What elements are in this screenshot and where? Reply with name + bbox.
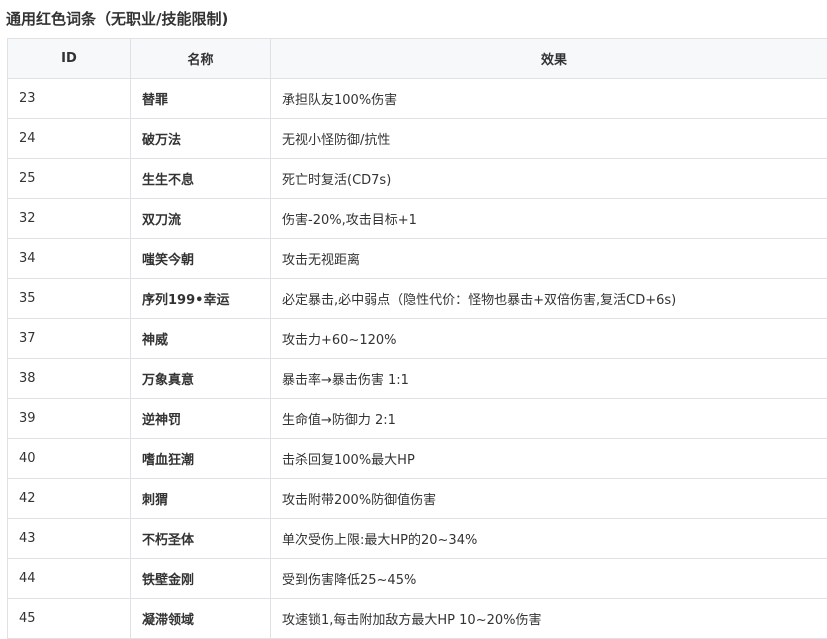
- table-row: 45凝滞领域攻速锁1,每击附加敌方最大HP 10~20%伤害: [8, 599, 827, 639]
- row-effect-cell: 暴击率→暴击伤害 1:1: [271, 359, 827, 399]
- table-body: 23替罪承担队友100%伤害24破万法无视小怪防御/抗性25生生不息死亡时复活(…: [8, 79, 827, 639]
- column-header-effect: 效果: [271, 39, 827, 79]
- table-row: 35序列199•幸运必定暴击,必中弱点（隐性代价：怪物也暴击+双倍伤害,复活CD…: [8, 279, 827, 319]
- row-id-cell: 42: [8, 479, 131, 519]
- table-row: 23替罪承担队友100%伤害: [8, 79, 827, 119]
- row-id-cell: 45: [8, 599, 131, 639]
- table-row: 24破万法无视小怪防御/抗性: [8, 119, 827, 159]
- row-id-cell: 44: [8, 559, 131, 599]
- section-heading: 通用红色词条（无职业/技能限制): [6, 8, 228, 29]
- row-effect-cell: 无视小怪防御/抗性: [271, 119, 827, 159]
- row-id-cell: 25: [8, 159, 131, 199]
- table-header: ID 名称 效果: [8, 39, 827, 79]
- table-row: 25生生不息死亡时复活(CD7s): [8, 159, 827, 199]
- row-name-cell: 嗤笑今朝: [131, 239, 271, 279]
- table-row: 32双刀流伤害-20%,攻击目标+1: [8, 199, 827, 239]
- row-name-cell: 序列199•幸运: [131, 279, 271, 319]
- row-effect-cell: 攻击附带200%防御值伤害: [271, 479, 827, 519]
- row-id-cell: 32: [8, 199, 131, 239]
- row-name-cell: 生生不息: [131, 159, 271, 199]
- column-header-name: 名称: [131, 39, 271, 79]
- table-row: 42刺猬攻击附带200%防御值伤害: [8, 479, 827, 519]
- row-name-cell: 不朽圣体: [131, 519, 271, 559]
- row-effect-cell: 必定暴击,必中弱点（隐性代价：怪物也暴击+双倍伤害,复活CD+6s): [271, 279, 827, 319]
- row-name-cell: 双刀流: [131, 199, 271, 239]
- row-name-cell: 刺猬: [131, 479, 271, 519]
- table-row: 43不朽圣体单次受伤上限:最大HP的20~34%: [8, 519, 827, 559]
- row-name-cell: 逆神罚: [131, 399, 271, 439]
- row-id-cell: 43: [8, 519, 131, 559]
- column-header-id: ID: [8, 39, 131, 79]
- row-name-cell: 嗜血狂潮: [131, 439, 271, 479]
- table-row: 40嗜血狂潮击杀回复100%最大HP: [8, 439, 827, 479]
- row-effect-cell: 伤害-20%,攻击目标+1: [271, 199, 827, 239]
- row-name-cell: 神威: [131, 319, 271, 359]
- row-id-cell: 38: [8, 359, 131, 399]
- row-effect-cell: 攻击无视距离: [271, 239, 827, 279]
- row-id-cell: 35: [8, 279, 131, 319]
- row-id-cell: 40: [8, 439, 131, 479]
- row-name-cell: 凝滞领域: [131, 599, 271, 639]
- row-name-cell: 铁壁金刚: [131, 559, 271, 599]
- affix-table-container: ID 名称 效果 23替罪承担队友100%伤害24破万法无视小怪防御/抗性25生…: [7, 38, 827, 639]
- table-row: 44铁壁金刚受到伤害降低25~45%: [8, 559, 827, 599]
- row-id-cell: 23: [8, 79, 131, 119]
- row-effect-cell: 攻击力+60~120%: [271, 319, 827, 359]
- table-row: 38万象真意暴击率→暴击伤害 1:1: [8, 359, 827, 399]
- row-effect-cell: 承担队友100%伤害: [271, 79, 827, 119]
- table-row: 39逆神罚生命值→防御力 2:1: [8, 399, 827, 439]
- row-id-cell: 39: [8, 399, 131, 439]
- affix-table: ID 名称 效果 23替罪承担队友100%伤害24破万法无视小怪防御/抗性25生…: [7, 38, 827, 639]
- row-effect-cell: 死亡时复活(CD7s): [271, 159, 827, 199]
- row-effect-cell: 单次受伤上限:最大HP的20~34%: [271, 519, 827, 559]
- table-row: 37神威攻击力+60~120%: [8, 319, 827, 359]
- row-id-cell: 34: [8, 239, 131, 279]
- row-effect-cell: 击杀回复100%最大HP: [271, 439, 827, 479]
- row-effect-cell: 攻速锁1,每击附加敌方最大HP 10~20%伤害: [271, 599, 827, 639]
- row-name-cell: 万象真意: [131, 359, 271, 399]
- row-name-cell: 替罪: [131, 79, 271, 119]
- row-effect-cell: 生命值→防御力 2:1: [271, 399, 827, 439]
- row-effect-cell: 受到伤害降低25~45%: [271, 559, 827, 599]
- table-header-row: ID 名称 效果: [8, 39, 827, 79]
- table-row: 34嗤笑今朝攻击无视距离: [8, 239, 827, 279]
- row-name-cell: 破万法: [131, 119, 271, 159]
- row-id-cell: 37: [8, 319, 131, 359]
- row-id-cell: 24: [8, 119, 131, 159]
